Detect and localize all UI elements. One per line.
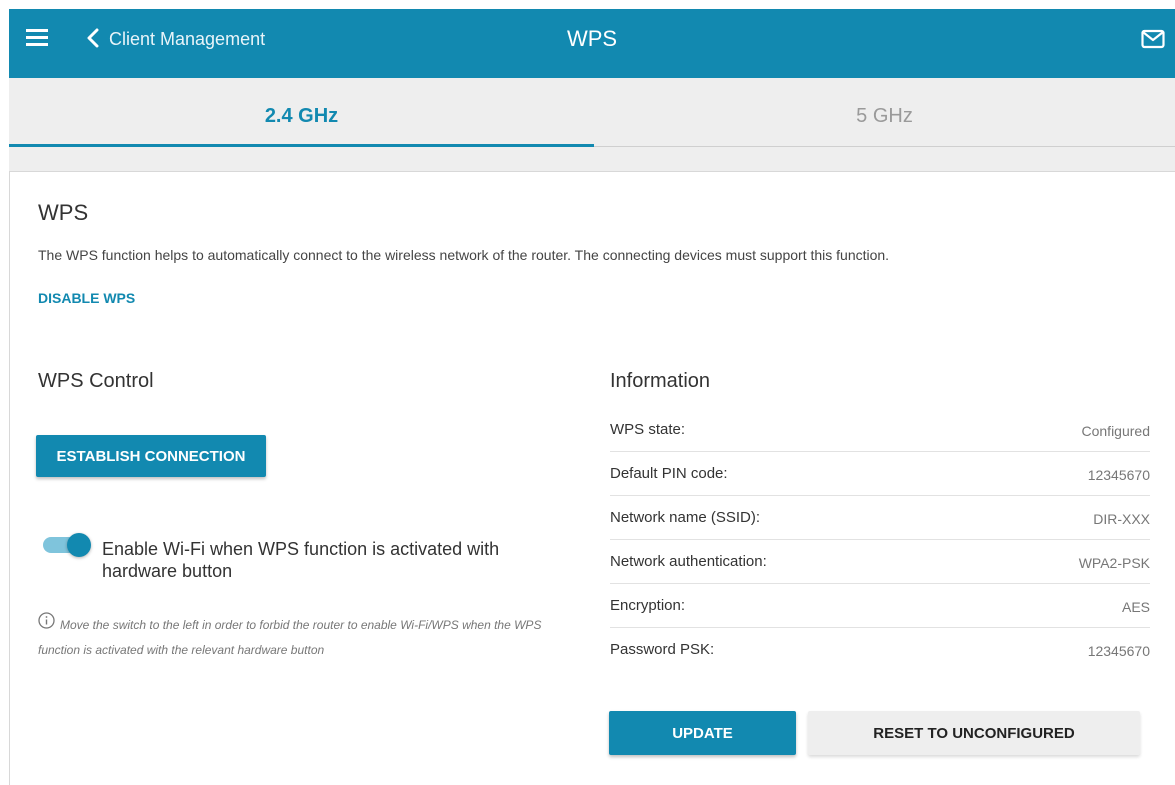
disable-wps-button[interactable]: DISABLE WPS — [38, 289, 135, 307]
mail-icon[interactable] — [1141, 29, 1165, 49]
info-label: Password PSK: — [610, 641, 715, 658]
info-label: Default PIN code: — [610, 465, 728, 482]
info-label: Encryption: — [610, 597, 686, 614]
info-row-ssid: Network name (SSID): DIR-XXX — [610, 509, 1150, 553]
information-title: Information — [610, 370, 711, 392]
back-link[interactable]: Client Management — [109, 28, 265, 50]
enable-wifi-toggle-label: Enable Wi-Fi when WPS function is activa… — [102, 539, 500, 581]
enable-wifi-toggle[interactable] — [43, 532, 91, 558]
header-bar: Client Management WPS — [9, 9, 1175, 78]
row-divider — [610, 539, 1150, 540]
info-label: WPS state: — [610, 421, 686, 438]
wps-description: The WPS function helps to automatically … — [38, 247, 890, 263]
info-label: Network authentication: — [610, 553, 767, 570]
band-tabs: 2.4 GHz 5 GHz — [9, 78, 1175, 172]
wps-control-title: WPS Control — [38, 370, 154, 392]
app-window: Client Management WPS 2.4 GHz 5 GHz WPS … — [0, 0, 1175, 785]
update-button[interactable]: UPDATE — [609, 711, 796, 755]
reset-to-unconfigured-button[interactable]: RESET TO UNCONFIGURED — [808, 711, 1140, 755]
info-value: DIR-XXX — [1093, 511, 1150, 527]
row-divider — [610, 451, 1150, 452]
info-value: Configured — [1081, 423, 1151, 439]
toggle-knob — [67, 533, 91, 557]
info-row-encryption: Encryption: AES — [610, 597, 1150, 641]
info-value: WPA2-PSK — [1078, 555, 1150, 571]
info-row-default-pin: Default PIN code: 12345670 — [610, 465, 1150, 509]
info-value: 12345670 — [1087, 467, 1150, 483]
tab-2-4-ghz[interactable]: 2.4 GHz — [9, 78, 594, 147]
wps-section-title: WPS — [38, 200, 89, 225]
info-row-password-psk: Password PSK: 12345670 — [610, 641, 1150, 685]
info-value: AES — [1121, 599, 1150, 615]
info-label: Network name (SSID): — [610, 509, 761, 526]
establish-connection-button[interactable]: ESTABLISH CONNECTION — [36, 435, 266, 477]
content-left-border — [9, 172, 10, 785]
info-row-wps-state: WPS state: Configured — [610, 421, 1150, 465]
hamburger-menu-icon[interactable] — [26, 29, 48, 47]
hint-text: Move the switch to the left in order to … — [38, 618, 542, 657]
info-row-authentication: Network authentication: WPA2-PSK — [610, 553, 1150, 597]
tab-5-ghz[interactable]: 5 GHz — [594, 78, 1175, 147]
row-divider — [610, 495, 1150, 496]
row-divider — [610, 627, 1150, 628]
info-value: 12345670 — [1087, 643, 1150, 659]
chevron-left-icon[interactable] — [84, 28, 102, 48]
row-divider — [610, 583, 1150, 584]
